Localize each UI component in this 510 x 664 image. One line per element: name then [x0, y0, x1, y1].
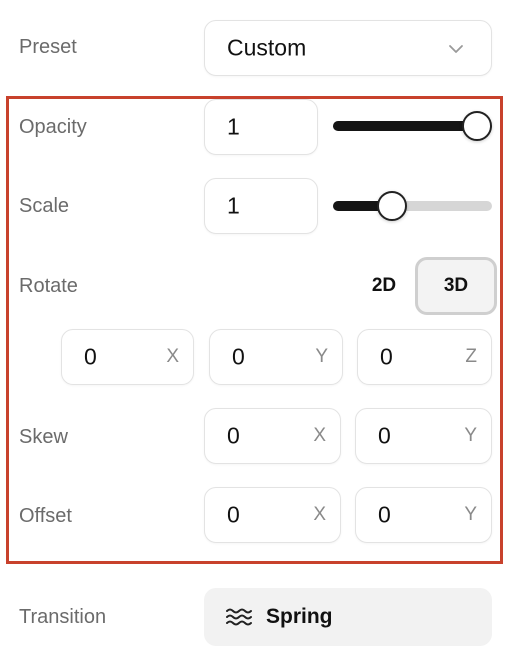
transition-label: Transition — [19, 606, 107, 628]
skew-label: Skew — [19, 426, 68, 448]
skew-x-value: 0 — [227, 422, 240, 449]
rotate-label: Rotate — [19, 275, 78, 297]
opacity-value: 1 — [227, 113, 240, 140]
transition-selector[interactable]: Spring — [204, 588, 492, 646]
slider-thumb[interactable] — [376, 191, 407, 221]
rotate-x-value: 0 — [84, 343, 97, 370]
skew-y-axis-label: Y — [464, 425, 477, 446]
rotate-mode-2d-label: 2D — [371, 275, 397, 296]
scale-value: 1 — [227, 192, 240, 219]
scale-label: Scale — [19, 195, 70, 217]
chevron-down-icon — [449, 45, 463, 53]
rotate-y-input[interactable]: 0 Y — [209, 329, 343, 385]
rotate-z-axis-label: Z — [465, 346, 477, 367]
opacity-input[interactable]: 1 — [204, 99, 318, 155]
transition-value: Spring — [266, 605, 333, 628]
rotate-x-axis-label: X — [166, 346, 179, 367]
offset-y-value: 0 — [378, 501, 391, 528]
rotate-mode-3d-button[interactable]: 3D — [415, 257, 497, 315]
offset-x-input[interactable]: 0 X — [204, 487, 341, 543]
skew-x-input[interactable]: 0 X — [204, 408, 341, 464]
rotate-z-value: 0 — [380, 343, 393, 370]
rotate-mode-3d-label: 3D — [443, 275, 469, 296]
rotate-mode-2d-button[interactable]: 2D — [353, 257, 415, 315]
opacity-slider[interactable] — [333, 111, 492, 141]
rotate-x-input[interactable]: 0 X — [61, 329, 194, 385]
slider-thumb[interactable] — [462, 111, 492, 141]
skew-x-axis-label: X — [313, 425, 326, 446]
rotate-y-axis-label: Y — [315, 346, 328, 367]
offset-label: Offset — [19, 505, 72, 527]
rotate-y-value: 0 — [232, 343, 245, 370]
offset-y-input[interactable]: 0 Y — [355, 487, 492, 543]
scale-slider[interactable] — [333, 191, 492, 221]
preset-label: Preset — [19, 36, 77, 58]
wave-icon — [226, 608, 252, 626]
opacity-label: Opacity — [19, 116, 87, 138]
rotate-z-input[interactable]: 0 Z — [357, 329, 492, 385]
preset-value: Custom — [227, 34, 307, 61]
skew-y-value: 0 — [378, 422, 391, 449]
preset-dropdown[interactable]: Custom — [204, 20, 492, 76]
offset-y-axis-label: Y — [464, 504, 477, 525]
skew-y-input[interactable]: 0 Y — [355, 408, 492, 464]
offset-x-value: 0 — [227, 501, 240, 528]
offset-x-axis-label: X — [313, 504, 326, 525]
scale-input[interactable]: 1 — [204, 178, 318, 234]
slider-fill — [333, 121, 477, 131]
